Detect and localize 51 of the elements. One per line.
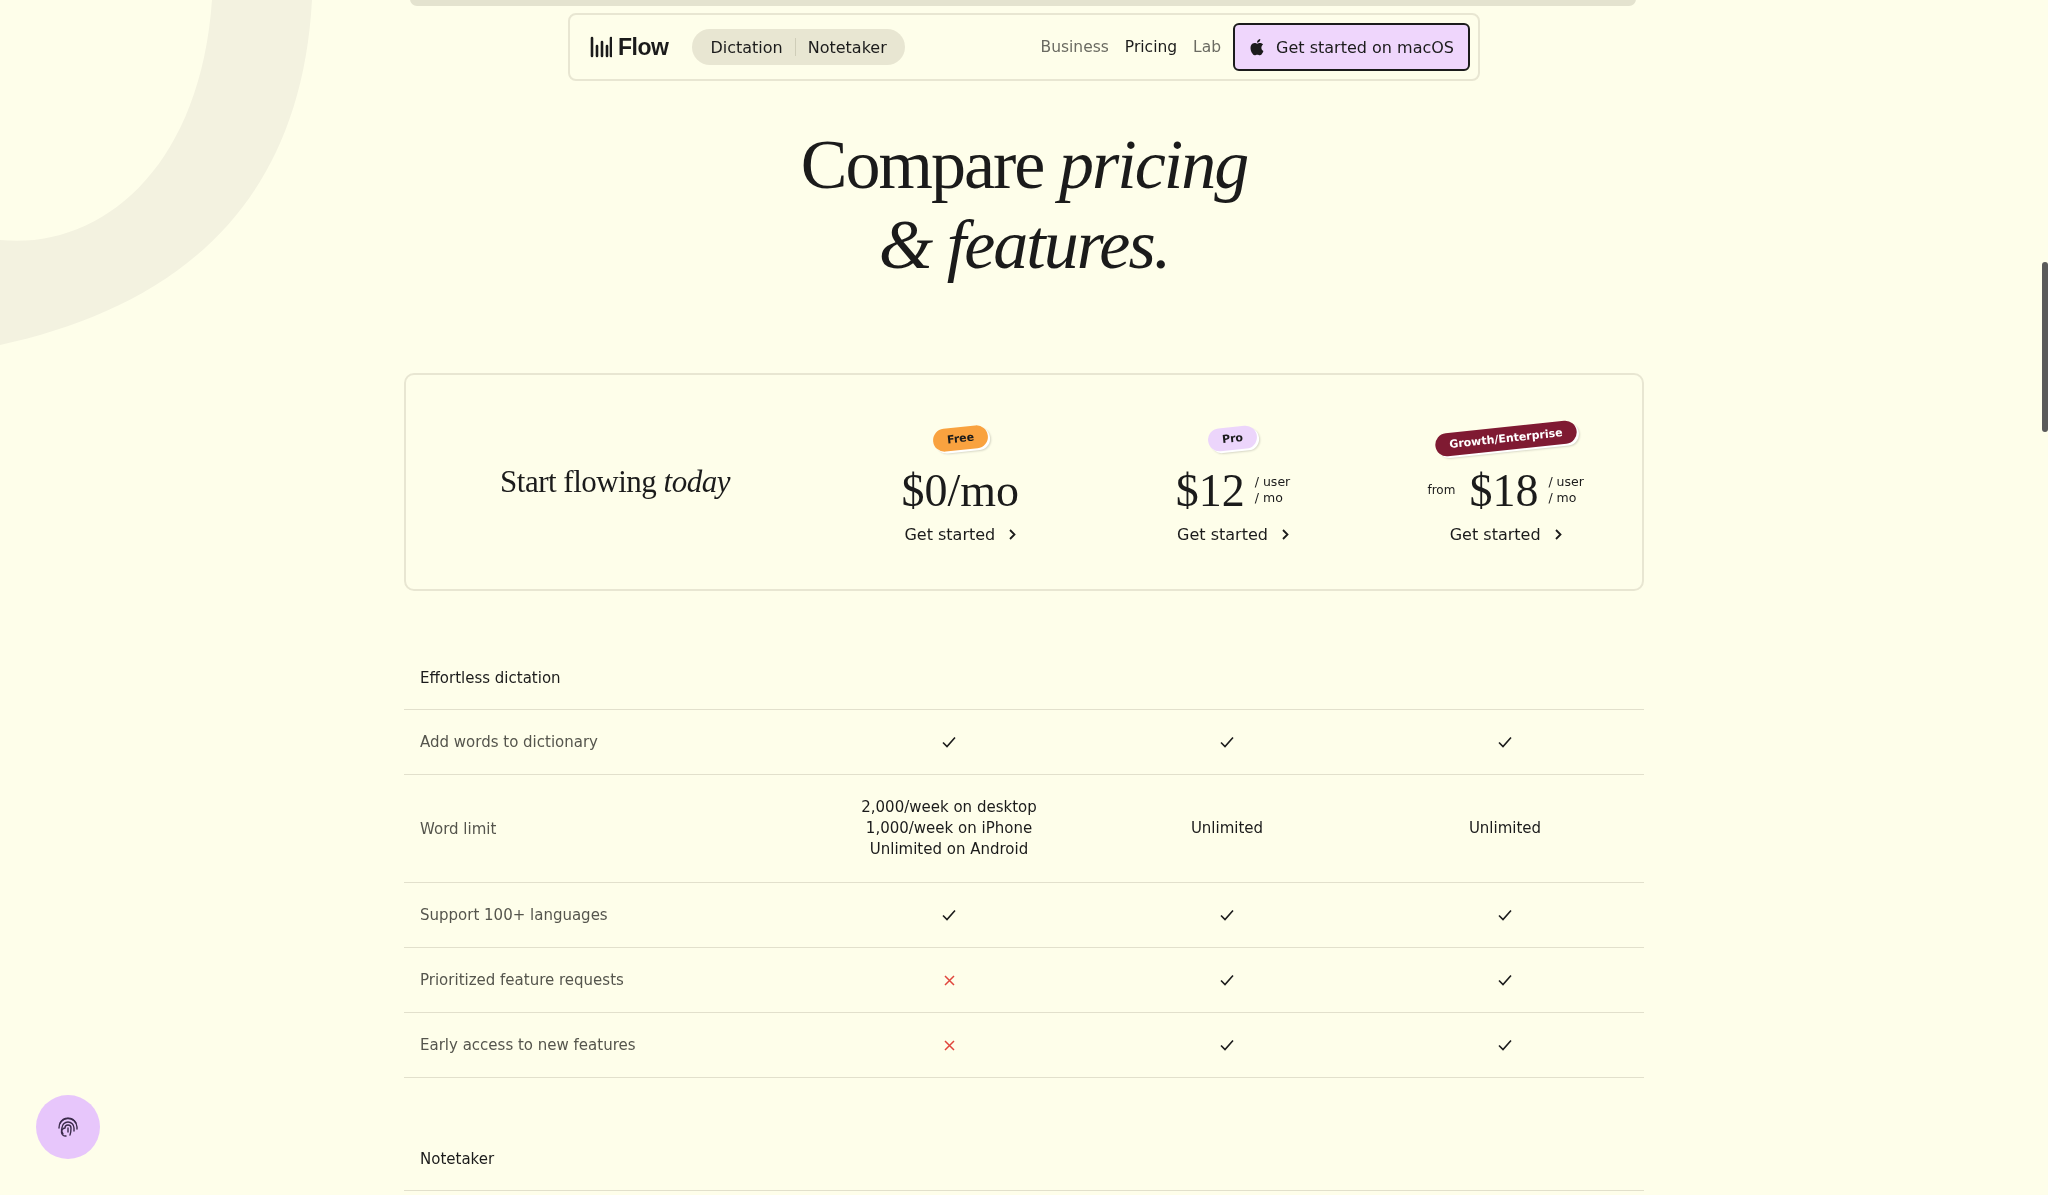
price-unit: / user xyxy=(1548,474,1584,490)
check-icon xyxy=(1220,1039,1234,1051)
nav-link[interactable]: Business xyxy=(1040,38,1109,56)
table-cell-text: Unlimited xyxy=(1468,818,1542,839)
feature-label: Prioritized feature requests xyxy=(419,971,625,989)
check-icon xyxy=(1498,974,1512,986)
check-icon xyxy=(942,736,956,748)
get-started-link[interactable]: Get started xyxy=(904,524,1017,544)
logo-text: Flow xyxy=(618,33,669,61)
feature-label: Add words to dictionary xyxy=(419,733,599,751)
section-title: Notetaker xyxy=(404,1128,1644,1191)
fingerprint-icon xyxy=(55,1114,81,1140)
feature-label: Support 100+ languages xyxy=(419,906,609,924)
price-prefix: from xyxy=(1427,483,1456,497)
price: $0/mo xyxy=(901,463,1020,517)
page-heading: Compare pricing & features. xyxy=(800,125,1248,285)
price-unit: / mo xyxy=(1548,490,1578,506)
check-icon xyxy=(1220,974,1234,986)
check-icon xyxy=(1498,909,1512,921)
bars-logo-icon xyxy=(590,36,612,58)
plan-badge: Pro xyxy=(1207,424,1259,452)
plan-badge: Free xyxy=(931,423,989,453)
download-button[interactable]: Get started on macOS xyxy=(1233,23,1470,71)
table-cell-text: Unlimited xyxy=(1190,818,1264,839)
check-icon xyxy=(942,909,956,921)
check-icon xyxy=(1498,736,1512,748)
price: $12 xyxy=(1175,463,1245,517)
toggle-tab[interactable]: Notetaker xyxy=(795,31,899,63)
scrollbar-thumb[interactable] xyxy=(2042,262,2048,432)
apple-icon xyxy=(1249,38,1265,56)
check-icon xyxy=(1220,736,1234,748)
price-unit: / user xyxy=(1254,474,1291,490)
chevron-right-icon xyxy=(1554,528,1562,540)
price-unit: / mo xyxy=(1254,490,1284,506)
cross-icon xyxy=(943,1039,955,1051)
toggle-tab[interactable]: Dictation xyxy=(698,31,795,63)
chevron-right-icon xyxy=(1009,528,1017,540)
chevron-right-icon xyxy=(1281,528,1289,540)
check-icon xyxy=(1220,909,1234,921)
price: $18 xyxy=(1469,463,1539,517)
section-title: Effortless dictation xyxy=(404,647,1644,710)
tagline: Start flowing today xyxy=(499,464,732,500)
nav-link[interactable]: Lab xyxy=(1193,38,1222,56)
get-started-link[interactable]: Get started xyxy=(1177,524,1289,544)
feature-label: Early access to new features xyxy=(419,1036,637,1054)
table-cell-text: 2,000/week on desktop 1,000/week on iPhone Unlimited on Android xyxy=(861,797,1037,860)
nav-link[interactable]: Pricing xyxy=(1124,38,1178,56)
get-started-link[interactable]: Get started xyxy=(1449,524,1562,544)
cross-icon xyxy=(943,974,955,986)
feature-label: Word limit xyxy=(419,819,498,838)
check-icon xyxy=(1498,1039,1512,1051)
